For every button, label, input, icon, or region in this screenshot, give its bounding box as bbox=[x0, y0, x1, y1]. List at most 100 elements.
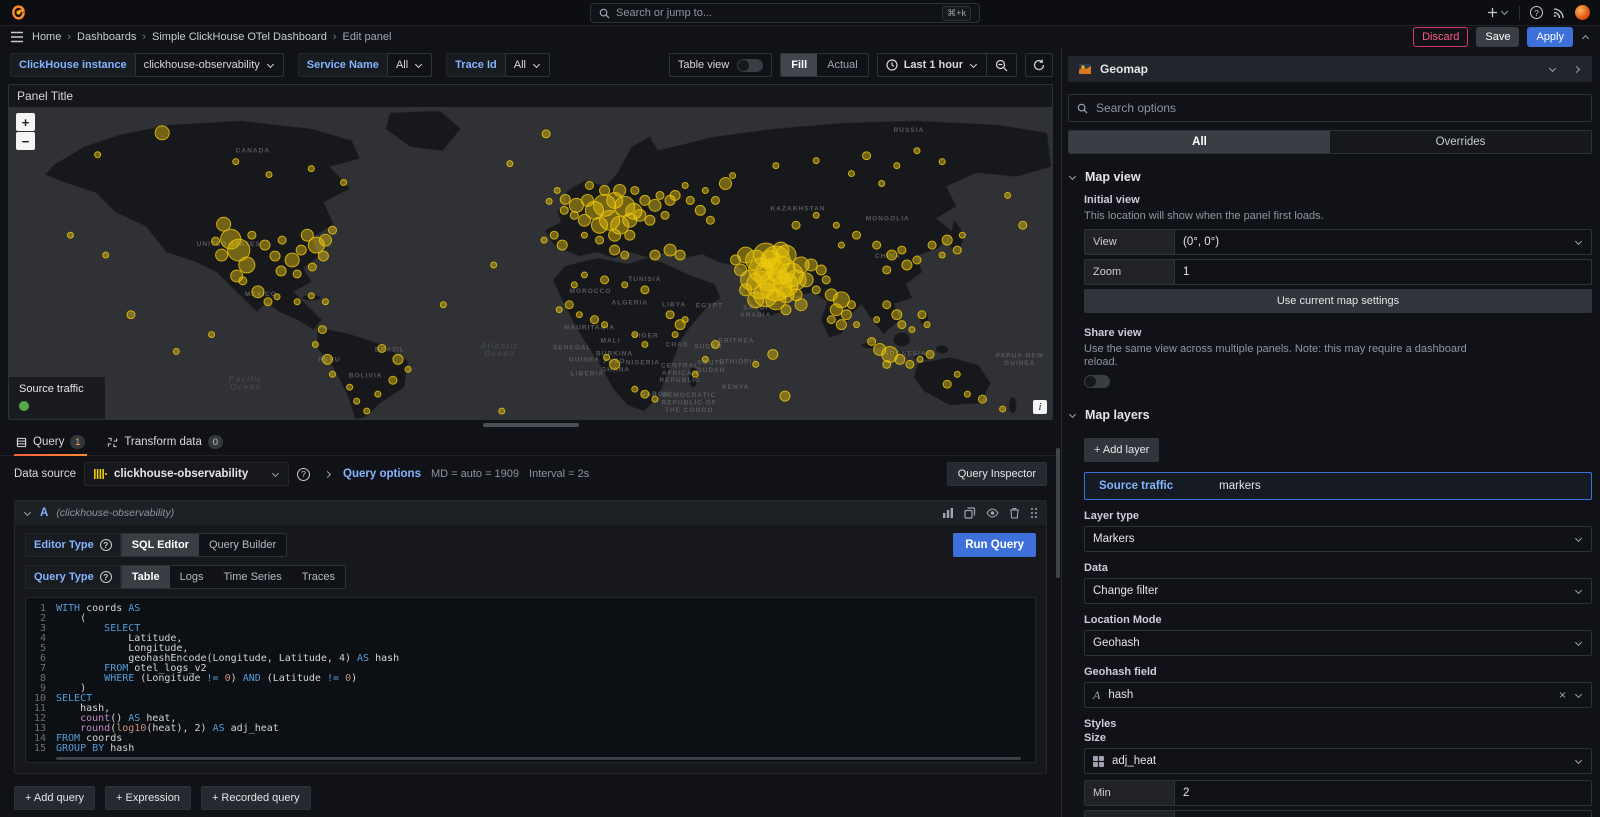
panel-resize-handle[interactable] bbox=[0, 420, 1061, 430]
fill-actual-toggle: Fill Actual bbox=[780, 53, 868, 77]
location-mode-select[interactable]: Geohash bbox=[1084, 630, 1592, 656]
share-view-toggle[interactable] bbox=[1084, 375, 1110, 388]
query-type-table[interactable]: Table bbox=[122, 566, 170, 588]
refresh-button[interactable] bbox=[1025, 53, 1053, 77]
fill-option[interactable]: Fill bbox=[781, 54, 817, 76]
geohash-field-select[interactable]: A hash × bbox=[1084, 682, 1592, 708]
variable-value-dropdown[interactable]: All bbox=[387, 53, 432, 77]
map-view-section-header[interactable]: Map view bbox=[1068, 170, 1592, 184]
trash-icon[interactable] bbox=[1009, 507, 1020, 519]
query-row-header[interactable]: A (clickhouse-observability) bbox=[15, 501, 1046, 525]
map-marker bbox=[661, 211, 669, 219]
query-builder-tab[interactable]: Query Builder bbox=[199, 534, 286, 556]
map-attribution-button[interactable]: i bbox=[1033, 400, 1047, 414]
visualization-picker[interactable]: Geomap bbox=[1068, 56, 1592, 82]
map-marker bbox=[792, 221, 800, 229]
tab-query[interactable]: Query 1 bbox=[14, 431, 87, 455]
map-marker bbox=[322, 299, 328, 305]
left-pane-scrollbar[interactable] bbox=[1056, 448, 1060, 578]
share-view-desc: Use the same view across multiple panels… bbox=[1084, 343, 1474, 369]
map-marker bbox=[939, 252, 945, 258]
map-canvas[interactable]: RUSSIACANADAUNITED STATESMEXICOBRAZILPER… bbox=[9, 107, 1052, 419]
map-marker bbox=[294, 299, 300, 305]
map-zoom-in-button[interactable]: + bbox=[16, 113, 35, 131]
panel-title[interactable]: Panel Title bbox=[9, 85, 1052, 107]
chart-icon[interactable] bbox=[942, 507, 954, 519]
help-button[interactable]: ? bbox=[1530, 6, 1543, 19]
size-field-select[interactable]: adj_heat bbox=[1084, 748, 1592, 774]
options-search-input[interactable] bbox=[1096, 101, 1583, 115]
expression-button[interactable]: + Expression bbox=[105, 786, 191, 810]
collapse-query-icon[interactable] bbox=[23, 509, 32, 518]
save-button[interactable]: Save bbox=[1476, 27, 1519, 47]
layer-type-select[interactable]: Markers bbox=[1084, 526, 1592, 552]
breadcrumb-dashboards[interactable]: Dashboards bbox=[77, 31, 136, 43]
global-search[interactable]: ⌘+k bbox=[590, 3, 980, 23]
options-search[interactable] bbox=[1068, 94, 1592, 122]
magnifier-minus-icon bbox=[995, 59, 1008, 72]
query-type-traces[interactable]: Traces bbox=[292, 566, 345, 588]
time-range-picker[interactable]: Last 1 hour bbox=[878, 54, 986, 76]
variable-value-dropdown[interactable]: All bbox=[505, 53, 550, 77]
news-button[interactable] bbox=[1553, 7, 1565, 19]
map-zoom-out-button[interactable]: − bbox=[16, 132, 35, 150]
sql-editor-tab[interactable]: SQL Editor bbox=[122, 534, 199, 556]
add-layer-button[interactable]: + Add layer bbox=[1084, 438, 1159, 462]
chevron-down-icon bbox=[1574, 535, 1583, 544]
view-select[interactable]: (0°, 0°) bbox=[1174, 229, 1592, 255]
sql-editor[interactable]: 1WITH coords AS2 (3 SELECT4 Latitude,5 L… bbox=[25, 597, 1036, 763]
query-inspector-button[interactable]: Query Inspector bbox=[947, 462, 1047, 486]
tab-overrides[interactable]: Overrides bbox=[1330, 131, 1591, 153]
grafana-logo[interactable] bbox=[10, 4, 27, 21]
clear-icon[interactable]: × bbox=[1559, 688, 1566, 702]
add-query-button[interactable]: + Add query bbox=[14, 786, 95, 810]
collapse-pane-icon[interactable] bbox=[1573, 65, 1582, 74]
breadcrumb-home[interactable]: Home bbox=[32, 31, 61, 43]
recorded-query-button[interactable]: + Recorded query bbox=[201, 786, 311, 810]
map-layers-section-header[interactable]: Map layers bbox=[1068, 408, 1592, 422]
max-input[interactable]: 15 bbox=[1174, 810, 1592, 817]
tab-all[interactable]: All bbox=[1069, 131, 1330, 153]
chevron-down-icon bbox=[266, 61, 275, 70]
map-marker bbox=[278, 236, 286, 244]
share-view-label: Share view bbox=[1084, 327, 1592, 339]
breadcrumb-dashboard-name[interactable]: Simple ClickHouse OTel Dashboard bbox=[152, 31, 327, 43]
menu-icon[interactable] bbox=[10, 31, 24, 43]
actual-option[interactable]: Actual bbox=[817, 54, 868, 76]
help-icon[interactable]: ? bbox=[100, 539, 112, 551]
layer-item-source-traffic[interactable]: Source traffic markers bbox=[1084, 472, 1592, 500]
use-current-map-settings-button[interactable]: Use current map settings bbox=[1084, 289, 1592, 313]
tab-transform-data[interactable]: Transform data 0 bbox=[105, 431, 225, 455]
new-menu-button[interactable] bbox=[1487, 7, 1509, 18]
avatar[interactable] bbox=[1575, 5, 1590, 20]
variable-value-dropdown[interactable]: clickhouse-observability bbox=[135, 53, 284, 77]
min-label: Min bbox=[1084, 780, 1174, 806]
styles-label: Styles bbox=[1084, 718, 1592, 730]
datasource-help-icon[interactable]: ? bbox=[297, 468, 310, 481]
map-marker bbox=[909, 327, 915, 333]
collapse-header-icon[interactable] bbox=[1581, 33, 1590, 42]
drag-handle-icon[interactable] bbox=[1030, 507, 1038, 519]
min-input[interactable]: 2 bbox=[1174, 780, 1592, 806]
run-query-button[interactable]: Run Query bbox=[953, 533, 1036, 557]
duplicate-icon[interactable] bbox=[964, 507, 976, 519]
discard-button[interactable]: Discard bbox=[1413, 27, 1468, 47]
datasource-picker[interactable]: clickhouse-observability bbox=[84, 462, 289, 486]
map-marker bbox=[127, 311, 135, 319]
view-row: View (0°, 0°) bbox=[1084, 229, 1592, 255]
query-type-timeseries[interactable]: Time Series bbox=[214, 566, 292, 588]
zoom-input[interactable]: 1 bbox=[1174, 259, 1592, 285]
map-marker bbox=[318, 326, 326, 334]
zoom-out-time-button[interactable] bbox=[987, 54, 1016, 76]
clickhouse-logo bbox=[93, 467, 107, 481]
data-filter-select[interactable]: Change filter bbox=[1084, 578, 1592, 604]
hide-response-icon[interactable] bbox=[986, 507, 999, 519]
chevron-down-icon[interactable] bbox=[1548, 65, 1557, 74]
apply-button[interactable]: Apply bbox=[1527, 27, 1573, 47]
help-icon[interactable]: ? bbox=[100, 571, 112, 583]
table-view-toggle[interactable] bbox=[737, 59, 763, 72]
query-type-logs[interactable]: Logs bbox=[170, 566, 214, 588]
editor-horizontal-scrollbar[interactable] bbox=[56, 757, 1021, 760]
query-options-link[interactable]: Query options bbox=[343, 468, 421, 480]
search-input[interactable] bbox=[616, 7, 936, 19]
